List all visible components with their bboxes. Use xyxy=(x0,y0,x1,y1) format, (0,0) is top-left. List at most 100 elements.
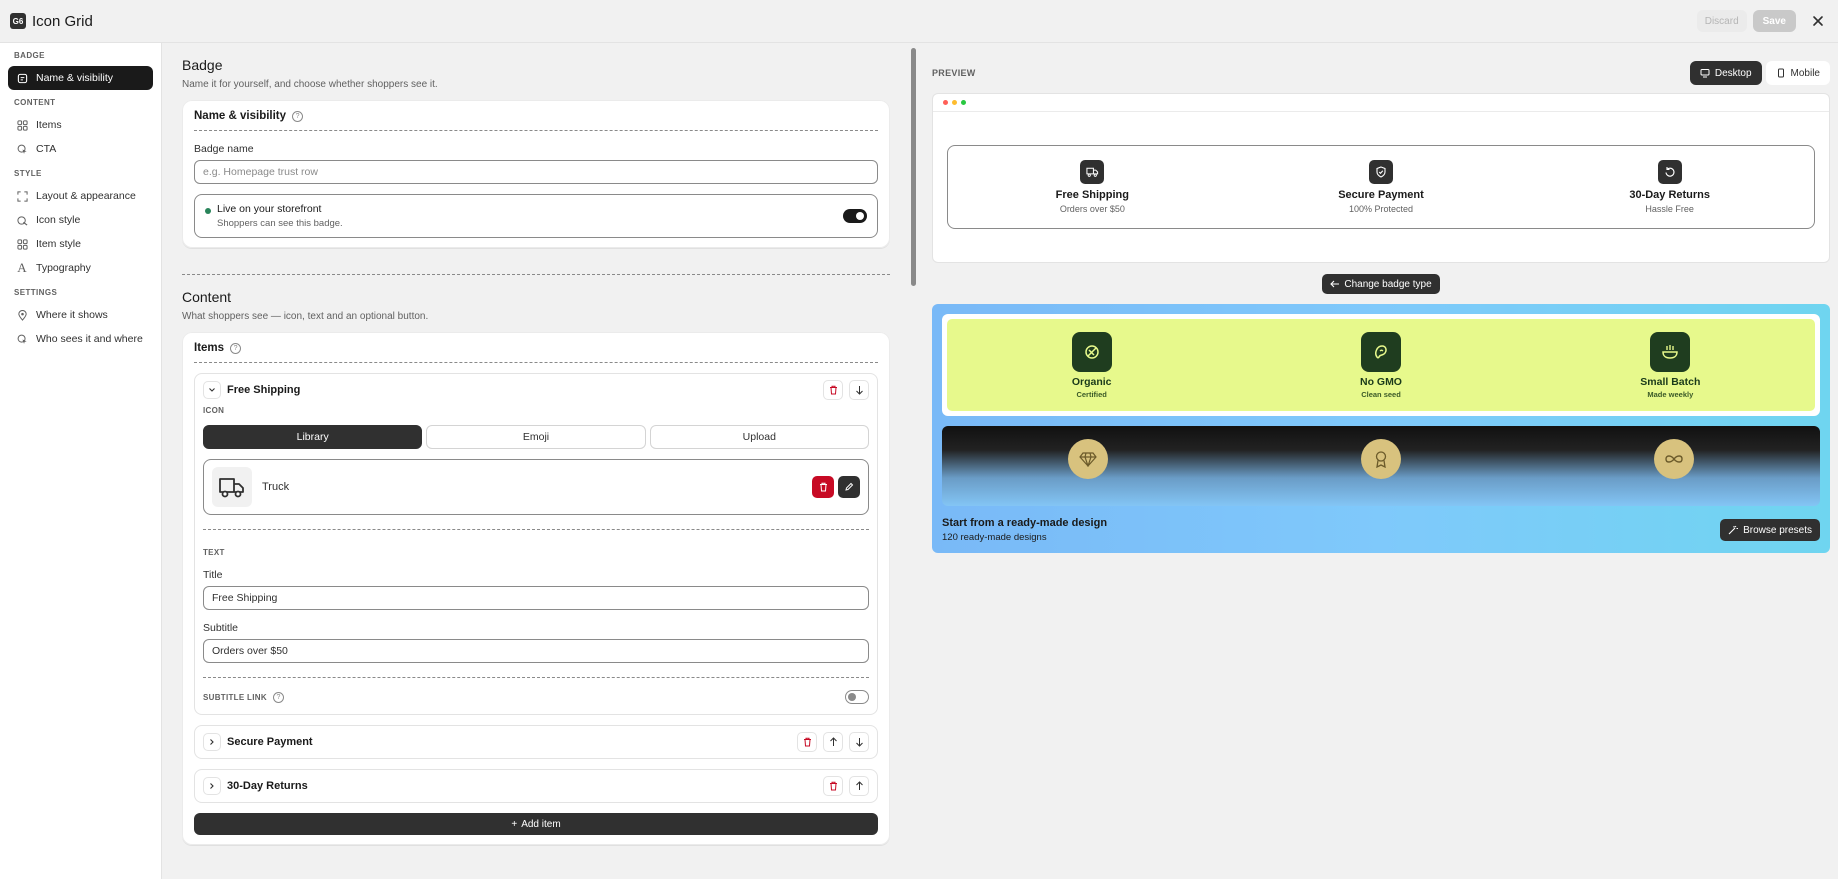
help-icon[interactable]: ? xyxy=(272,691,284,703)
add-item-button[interactable]: + Add item xyxy=(194,813,878,835)
browser-preview: Free Shipping Orders over $50 Secure Pay… xyxy=(932,93,1830,263)
sidebar-item-label: Icon style xyxy=(36,214,81,226)
preset-subtitle: Clean seed xyxy=(1361,389,1401,399)
truck-icon xyxy=(212,467,252,507)
badge-preview-row: Free Shipping Orders over $50 Secure Pay… xyxy=(947,145,1815,229)
scrollbar-thumb[interactable] xyxy=(911,48,916,286)
sidebar-item-who-sees[interactable]: Who sees it and where xyxy=(8,327,153,351)
save-button[interactable]: Save xyxy=(1752,10,1796,32)
sidebar-item-where-shows[interactable]: Where it shows xyxy=(8,303,153,327)
badge-title: 30-Day Returns xyxy=(1629,189,1711,201)
change-label: Change badge type xyxy=(1344,278,1432,290)
arrow-down-icon[interactable] xyxy=(849,732,869,752)
chevron-down-icon[interactable] xyxy=(203,381,221,399)
badge-name-input[interactable]: e.g. Homepage trust row xyxy=(194,160,878,184)
sidebar-item-label: Layout & appearance xyxy=(36,190,136,202)
sidebar-section-style: STYLE xyxy=(14,169,42,178)
app-logo: G6 xyxy=(10,13,26,29)
desktop-button[interactable]: Desktop xyxy=(1689,61,1762,85)
help-icon[interactable]: ? xyxy=(292,110,304,122)
item-secure-payment: Secure Payment xyxy=(194,725,878,759)
delete-icon-button[interactable] xyxy=(812,476,834,498)
badge-subtitle: Orders over $50 xyxy=(1059,204,1125,214)
top-actions: Discard Save xyxy=(1696,10,1828,32)
sidebar-item-layout[interactable]: Layout & appearance xyxy=(8,184,153,208)
subtitle-link-toggle[interactable] xyxy=(845,690,869,704)
card-title: Name & visibility ? xyxy=(194,110,878,131)
badge-subtitle: Hassle Free xyxy=(1645,204,1694,214)
item-actions xyxy=(823,380,869,400)
infinity-icon xyxy=(1653,439,1694,479)
browse-presets-button[interactable]: Browse presets xyxy=(1720,519,1820,541)
preview-badge-item: Free Shipping Orders over $50 xyxy=(948,146,1237,228)
title-label: Title xyxy=(203,569,223,581)
arrow-down-icon[interactable] xyxy=(849,380,869,400)
mobile-button[interactable]: Mobile xyxy=(1765,61,1830,85)
editor-panel: Badge Name it for yourself, and choose w… xyxy=(163,43,910,879)
window-dot-red xyxy=(943,100,948,105)
preview-panel: PREVIEW Desktop Mobile Free Shipping Ord… xyxy=(918,43,1838,879)
arrow-up-icon[interactable] xyxy=(823,732,843,752)
badge-title: Secure Payment xyxy=(1338,189,1424,201)
diamond-icon xyxy=(1068,439,1109,479)
help-icon[interactable]: ? xyxy=(230,342,242,354)
badge-title: Free Shipping xyxy=(1055,189,1129,201)
content-section-title: Content xyxy=(182,289,232,305)
trash-icon[interactable] xyxy=(823,380,843,400)
sidebar-item-label: Typography xyxy=(36,262,91,274)
grid-icon xyxy=(16,238,28,250)
editor-scrollbar[interactable] xyxy=(910,43,918,879)
trash-icon[interactable] xyxy=(797,732,817,752)
truck-icon xyxy=(1080,160,1105,184)
bean-icon xyxy=(1360,331,1401,372)
app-title: Icon Grid xyxy=(32,12,93,30)
browse-label: Browse presets xyxy=(1743,524,1812,536)
live-toggle[interactable] xyxy=(843,209,867,223)
sidebar-item-typography[interactable]: A Typography xyxy=(8,256,153,280)
badge-section-subtitle: Name it for yourself, and choose whether… xyxy=(182,79,438,90)
sidebar-item-items[interactable]: Items xyxy=(8,113,153,137)
arrow-up-icon[interactable] xyxy=(849,776,869,796)
close-icon[interactable] xyxy=(1808,11,1828,31)
trash-icon[interactable] xyxy=(823,776,843,796)
live-subtitle: Shoppers can see this badge. xyxy=(217,218,343,229)
subtitle-input[interactable]: Orders over $50 xyxy=(203,639,869,663)
sidebar-item-name-visibility[interactable]: Name & visibility xyxy=(8,66,153,90)
item-30-day-returns: 30-Day Returns xyxy=(194,769,878,803)
shield-check-icon xyxy=(1369,160,1393,184)
item-header[interactable]: Secure Payment xyxy=(195,726,877,758)
mobile-label: Mobile xyxy=(1790,67,1820,79)
badge-subtitle: 100% Protected xyxy=(1348,204,1414,214)
item-actions xyxy=(797,732,869,752)
sidebar-item-item-style[interactable]: Item style xyxy=(8,232,153,256)
sidebar-item-cta[interactable]: CTA xyxy=(8,137,153,161)
target-icon xyxy=(16,333,28,345)
tab-emoji[interactable]: Emoji xyxy=(426,425,646,449)
subtitle-label: Subtitle xyxy=(203,622,239,634)
discard-button[interactable]: Discard xyxy=(1696,10,1747,32)
layout-icon xyxy=(16,190,28,202)
badge-icon xyxy=(16,72,28,84)
sidebar-item-icon-style[interactable]: Icon style xyxy=(8,208,153,232)
card-title-text: Name & visibility xyxy=(194,110,287,122)
item-header[interactable]: Free Shipping xyxy=(195,374,877,406)
award-icon xyxy=(1361,439,1401,479)
tab-library[interactable]: Library xyxy=(203,425,423,449)
live-status-dot xyxy=(205,208,211,214)
divider xyxy=(203,529,869,530)
change-wrap: Change badge type xyxy=(932,274,1830,294)
tab-upload[interactable]: Upload xyxy=(649,425,869,449)
chevron-right-icon[interactable] xyxy=(203,777,221,795)
change-badge-type-button[interactable]: Change badge type xyxy=(1322,274,1440,294)
presets-banner[interactable]: Organic Certified No GMO Clean seed Smal… xyxy=(932,304,1830,553)
grid-icon xyxy=(16,119,28,131)
edit-icon-button[interactable] xyxy=(838,476,860,498)
sidebar-item-label: Where it shows xyxy=(36,309,108,321)
chevron-right-icon[interactable] xyxy=(203,733,221,751)
title-input[interactable]: Free Shipping xyxy=(203,586,869,610)
text-section-label: TEXT xyxy=(203,548,225,557)
icon-picker[interactable]: Truck xyxy=(203,459,869,515)
desktop-label: Desktop xyxy=(1714,67,1752,79)
text-icon: A xyxy=(17,260,27,275)
item-header[interactable]: 30-Day Returns xyxy=(195,770,877,802)
